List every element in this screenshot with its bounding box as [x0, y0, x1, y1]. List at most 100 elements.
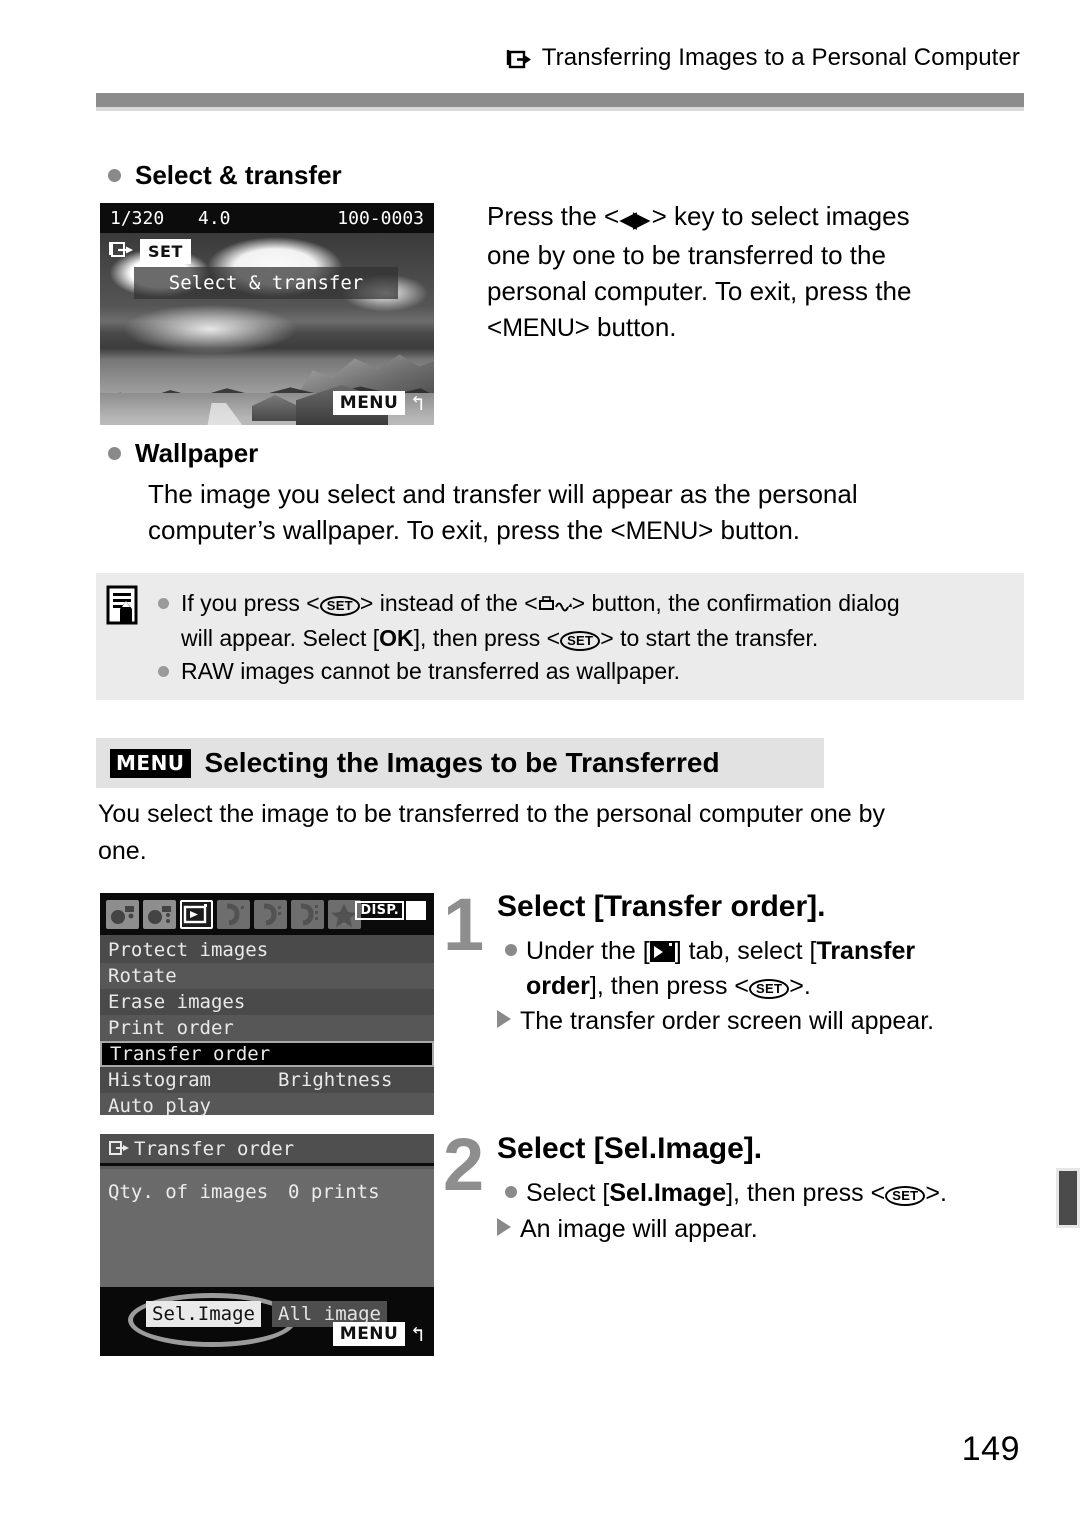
menu-item-histogram[interactable]: Histogram Brightness — [100, 1067, 434, 1093]
transfer-icon-dialog — [108, 1140, 130, 1157]
disp-badge: DISP. — [355, 901, 404, 920]
menu-item-label: Histogram — [108, 1069, 211, 1091]
menu-item-value: Brightness — [278, 1069, 393, 1091]
page-title: Transferring Images to a Personal Comput… — [541, 44, 1020, 71]
heading-wallpaper-label: Wallpaper — [135, 438, 259, 468]
step-title-2: Select [Sel.Image]. — [497, 1132, 763, 1165]
sidebar-item-setup-3[interactable] — [291, 899, 324, 929]
sidebar-item-setup-2[interactable] — [254, 899, 287, 929]
transfer-icon — [506, 49, 532, 71]
note-item-text: If you press < SET > instead of the < > but… — [181, 587, 900, 655]
step-2-result: An image will appear. — [497, 1212, 1027, 1247]
dialog-footer: Sel.Image All image MENU ↰ — [100, 1287, 434, 1356]
menu-item-label: Auto play — [108, 1095, 211, 1115]
menu-return-hint: MENU ↰ — [332, 1321, 424, 1346]
menu-button-glyph: MENU — [625, 517, 699, 545]
paragraph-line-2: one by one to be transferred to the — [487, 240, 886, 270]
step-number-2: 2 — [443, 1123, 485, 1206]
menu-item-transfer-order[interactable]: Transfer order — [100, 1041, 434, 1067]
menu-item-label: Erase images — [108, 991, 246, 1013]
heading-select-transfer: Select & transfer — [108, 160, 342, 191]
shutter-speed-value: 1/320 — [110, 207, 165, 229]
bullet-dot-icon — [505, 944, 517, 956]
set-button-icon: SET — [749, 979, 790, 999]
wallpaper-paragraph: The image you select and transfer will a… — [148, 476, 1028, 549]
info-display-icon — [406, 901, 426, 920]
menu-item-label: Transfer order — [110, 1043, 271, 1065]
aperture-value: 4.0 — [198, 207, 231, 229]
return-arrow-icon: ↰ — [411, 1321, 424, 1346]
lcd-screenshot-select-transfer: 1/320 4.0 100-0003 SET Select & transfer… — [100, 203, 434, 425]
step-2-part-b: ], then press < — [726, 1179, 886, 1207]
print-share-icon — [538, 589, 572, 622]
lcd-screenshot-menu: DISP. Protect images Rotate Erase images… — [100, 893, 434, 1115]
step-2-bullet: Select [Sel.Image], then press < SET >. — [505, 1176, 1045, 1211]
menu-item-protect-images[interactable]: Protect images — [100, 937, 434, 963]
lcd-info-bar: 1/320 4.0 100-0003 — [100, 203, 434, 233]
step-1-part-d: >. — [789, 972, 811, 1000]
step-1-bold-2: order — [526, 972, 590, 1000]
section-intro: You select the image to be transferred t… — [98, 796, 1028, 870]
menu-item-erase-images[interactable]: Erase images — [100, 989, 434, 1015]
menu-badge-icon: MENU — [110, 748, 191, 778]
dialog-title-bar: Transfer order — [100, 1134, 434, 1166]
sidebar-item-shooting-2[interactable] — [143, 899, 176, 929]
bullet-dot-icon — [158, 666, 169, 677]
thumb-index-tab — [1056, 1168, 1080, 1228]
step-1-bold-1: Transfer — [816, 937, 916, 965]
menu-item-rotate[interactable]: Rotate — [100, 963, 434, 989]
sel-image-button[interactable]: Sel.Image — [146, 1301, 261, 1327]
note-1-part-b: > instead of the < — [359, 590, 538, 616]
header-rule — [96, 93, 1024, 111]
note-1-line2-c: > to start the transfer. — [600, 625, 819, 651]
step-2-bold: Sel.Image — [609, 1179, 727, 1207]
note-1-ok: OK — [379, 625, 414, 651]
menu-item-print-order[interactable]: Print order — [100, 1015, 434, 1041]
dialog-title: Transfer order — [134, 1137, 295, 1160]
intro-line-1: You select the image to be transferred t… — [98, 800, 886, 828]
note-pencil-icon — [106, 585, 140, 627]
select-transfer-overlay: Select & transfer — [134, 267, 398, 299]
note-box: If you press < SET > instead of the < > but… — [96, 573, 1024, 700]
step-number-1: 1 — [443, 883, 485, 966]
transfer-icon-lcd — [108, 241, 134, 260]
sidebar-item-setup-1[interactable] — [217, 899, 250, 929]
sidebar-item-shooting-1[interactable] — [106, 899, 139, 929]
paragraph-line-1a: Press the < — [487, 201, 620, 231]
result-arrow-icon — [497, 1218, 511, 1236]
qty-of-images-value: 0 prints — [288, 1181, 380, 1203]
set-button-icon: SET — [885, 1186, 926, 1206]
step-1-part-a: Under the [ — [526, 937, 650, 965]
note-1-part-a: If you press < — [181, 590, 320, 616]
section-heading: MENU Selecting the Images to be Transfer… — [96, 738, 824, 788]
step-1-part-b: ] tab, select [ — [674, 937, 817, 965]
manual-page: Transferring Images to a Personal Comput… — [0, 0, 1080, 1521]
heading-wallpaper: Wallpaper — [108, 438, 258, 469]
page-header: Transferring Images to a Personal Comput… — [0, 44, 1080, 72]
menu-button-glyph: MENU — [502, 314, 575, 342]
note-1-line2-b: ], then press < — [413, 625, 561, 651]
menu-item-auto-play[interactable]: Auto play — [100, 1093, 434, 1115]
menu-item-label: Protect images — [108, 939, 269, 961]
qty-of-images-label: Qty. of images — [108, 1181, 269, 1203]
note-item: RAW images cannot be transferred as wall… — [158, 655, 1013, 688]
wallpaper-line-2a: computer’s wallpaper. To exit, press the… — [148, 515, 626, 545]
bullet-dot-icon — [505, 1186, 517, 1198]
return-arrow-icon: ↰ — [411, 390, 424, 415]
sidebar-item-playback[interactable] — [180, 899, 213, 929]
wallpaper-line-2b: > button. — [698, 515, 800, 545]
bullet-dot-icon — [158, 598, 169, 609]
select-transfer-overlay-label: Select & transfer — [168, 272, 364, 294]
heading-select-transfer-label: Select & transfer — [135, 160, 342, 190]
step-1-part-c: ], then press < — [589, 972, 750, 1000]
note-list: If you press < SET > instead of the < > but… — [158, 587, 1013, 688]
paragraph-line-1b: > key to select images — [651, 201, 910, 231]
paragraph-line-4b: > button. — [574, 312, 677, 342]
paragraph-line-4a: < — [487, 312, 503, 342]
section-heading-title: Selecting the Images to be Transferred — [204, 747, 720, 778]
note-1-part-c: > button, the confirmation dialog — [571, 590, 900, 616]
intro-line-2: one. — [98, 837, 147, 865]
note-item: If you press < SET > instead of the < > but… — [158, 587, 1013, 655]
step-1-result: The transfer order screen will appear. — [497, 1004, 1027, 1039]
step-2-part-c: >. — [925, 1179, 947, 1207]
